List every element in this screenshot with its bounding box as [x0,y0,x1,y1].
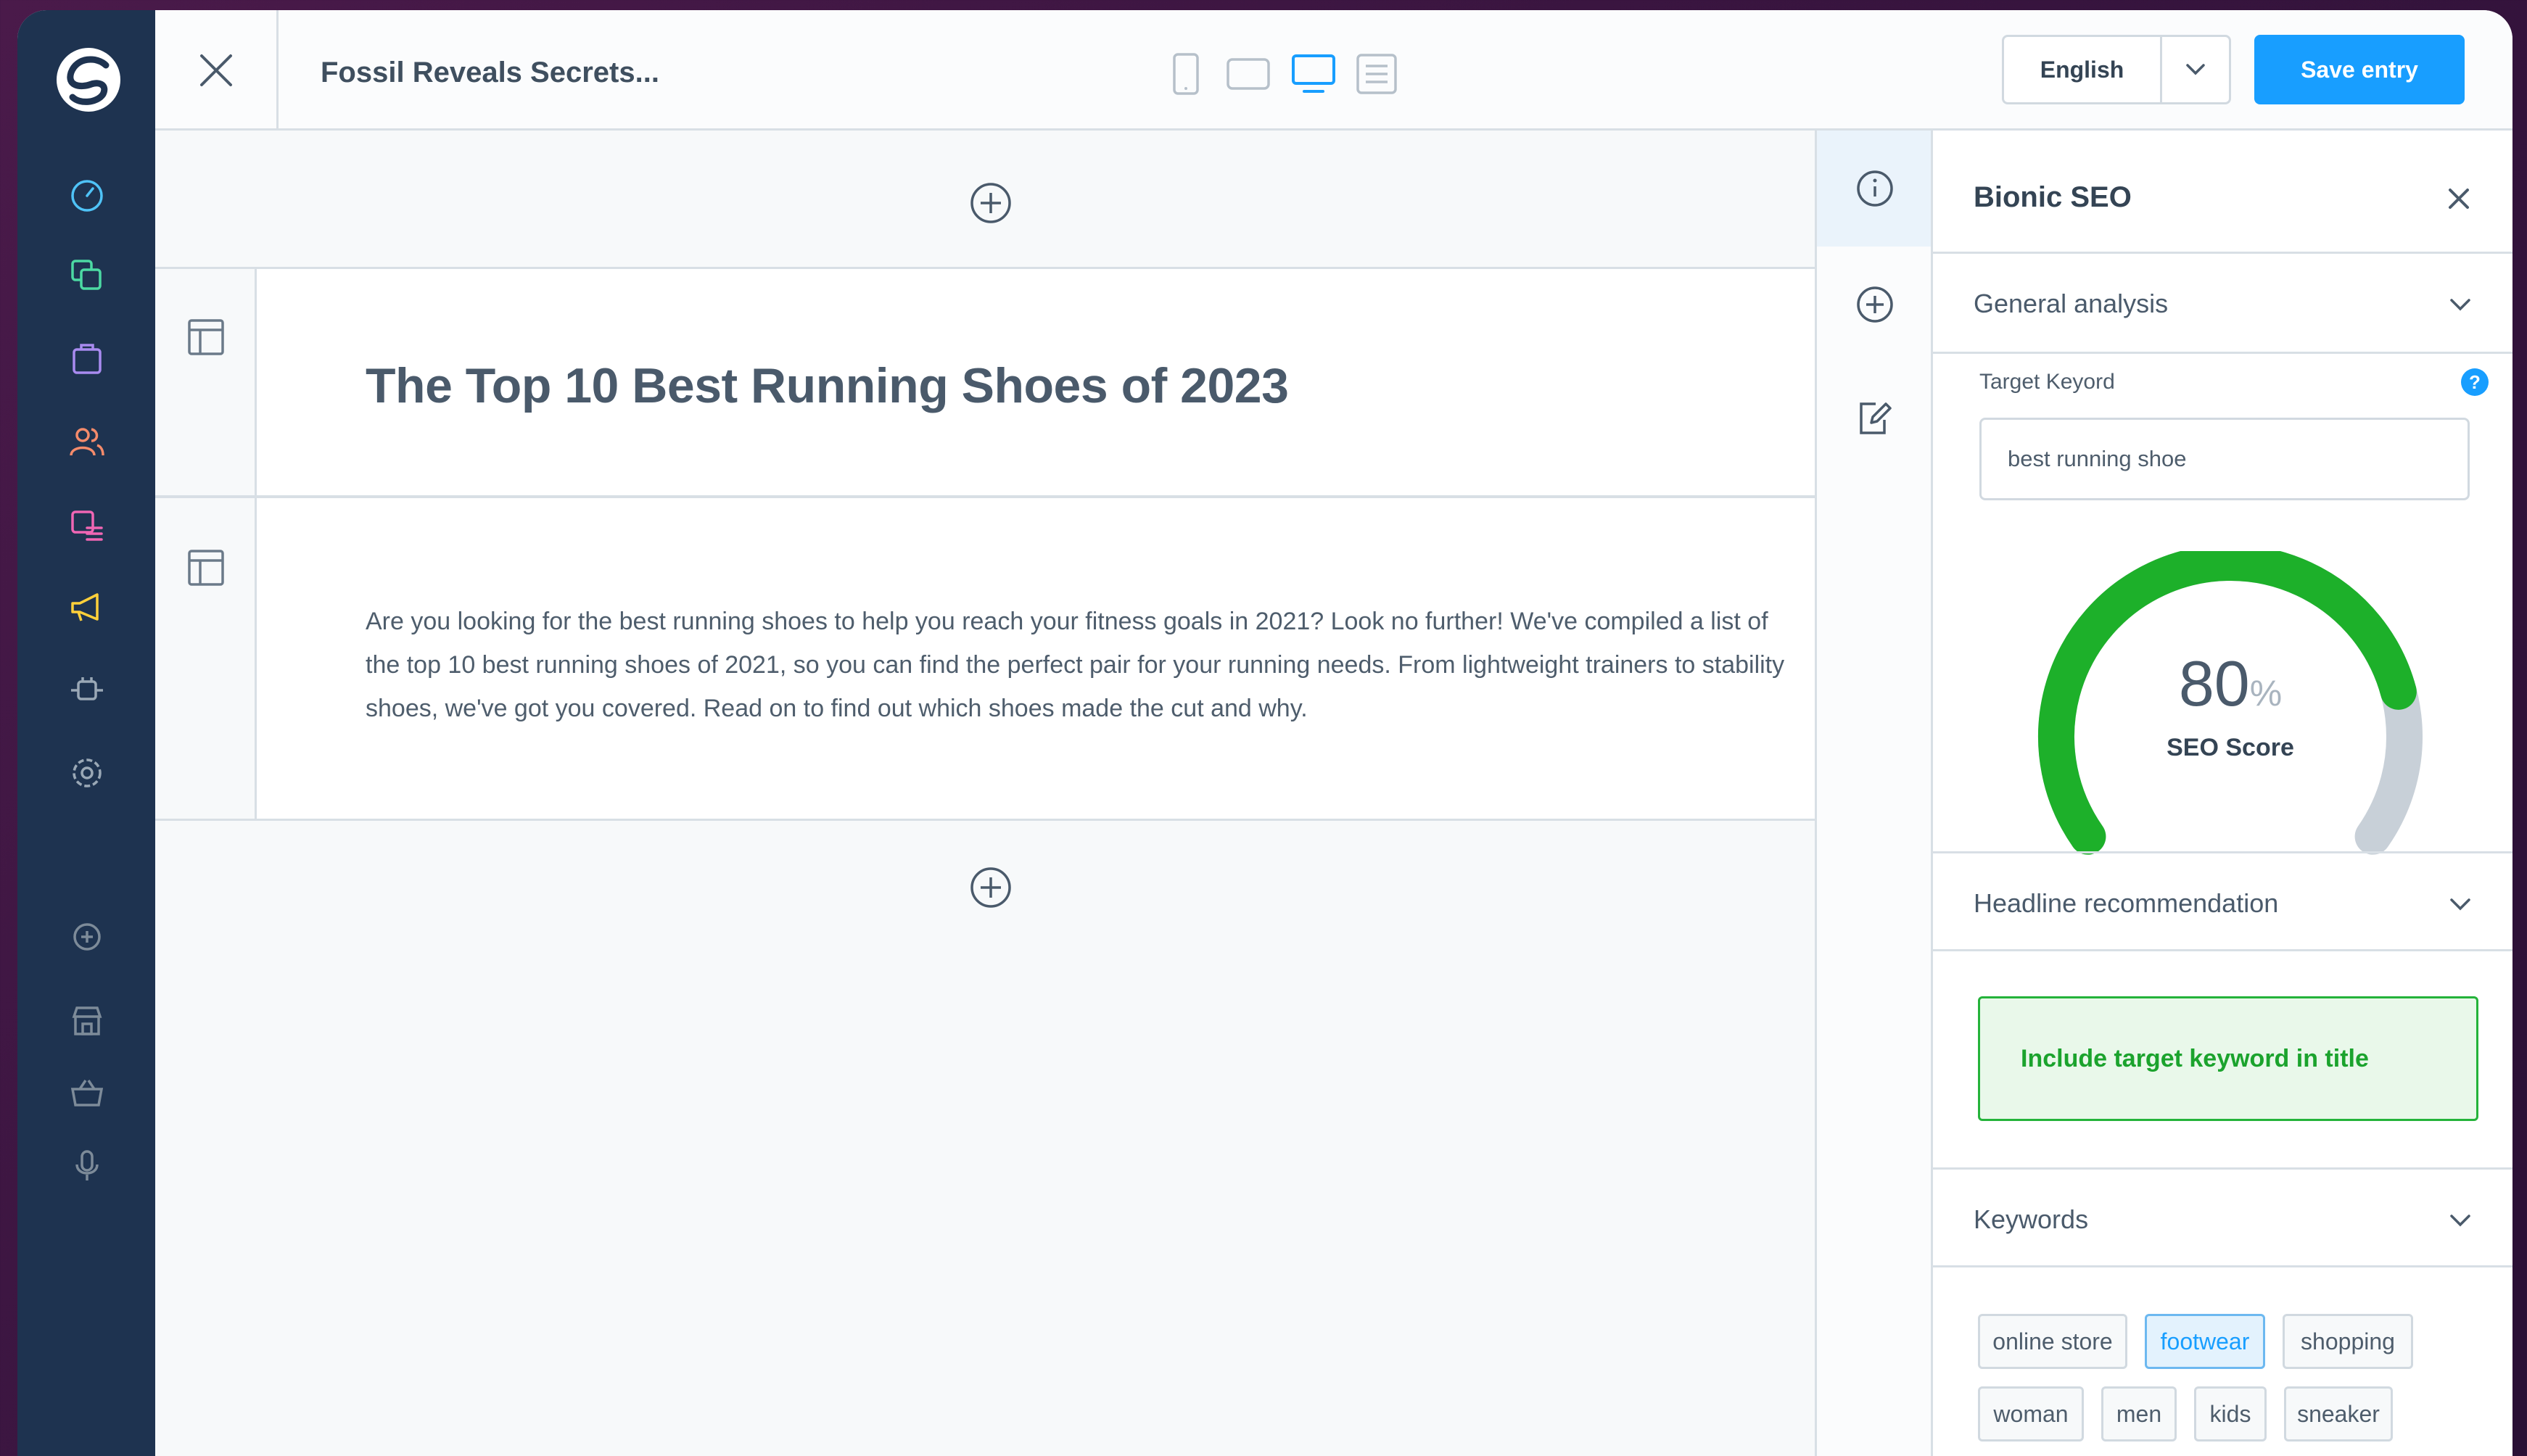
keyword-tag[interactable]: men [2101,1386,2177,1441]
close-editor-button[interactable] [155,10,279,131]
article-paragraph[interactable]: Are you looking for the best running sho… [366,600,1787,730]
language-dropdown-button[interactable] [2162,37,2229,102]
keyword-tag[interactable]: online store [1978,1314,2127,1369]
chevron-down-icon [2186,64,2205,75]
add-icon[interactable] [67,917,107,957]
seo-score-value: 80% [1933,647,2512,721]
keyword-tag[interactable]: sneaker [2284,1386,2393,1441]
tablet-view-button[interactable] [1224,52,1272,96]
editor-canvas: The Top 10 Best Running Shoes of 2023 Ar… [155,131,1815,1456]
list-view-icon [1356,54,1397,94]
app-window: Fossil Reveals Secrets... English Save e… [17,10,2512,1456]
tab-edit[interactable] [1817,360,1933,476]
keywords-label: Keywords [1974,1204,2089,1234]
desktop-icon [1292,54,1335,93]
target-keyword-input[interactable]: best running shoe [1979,418,2470,500]
keyword-tag[interactable]: woman [1978,1386,2084,1441]
seo-score-number: 80 [2178,648,2250,719]
add-block-bottom-icon[interactable] [969,866,1013,909]
chevron-down-icon [2450,1215,2470,1227]
seo-score-label: SEO Score [2167,734,2294,761]
info-icon [1857,170,1893,207]
general-analysis-section[interactable]: General analysis [1933,254,2512,354]
language-label[interactable]: English [2004,37,2162,102]
save-entry-button[interactable]: Save entry [2254,35,2465,104]
target-keyword-label: Target Keyord [1979,370,2115,394]
desktop-view-button[interactable] [1290,52,1337,96]
close-panel-icon[interactable] [2444,184,2473,213]
bionic-seo-panel: Bionic SEO General analysis Target Keyor… [1931,131,2512,1456]
top-bar: Fossil Reveals Secrets... English Save e… [155,10,2512,131]
phone-icon [1173,53,1199,95]
settings-icon[interactable] [67,753,107,793]
recommendation-card: Include target keyword in title [1978,996,2478,1121]
block-handle[interactable] [155,269,257,495]
orders-icon[interactable] [67,338,107,379]
main-sidebar [17,10,155,1456]
language-switch[interactable]: English [2002,35,2231,104]
heading-block[interactable]: The Top 10 Best Running Shoes of 2023 [155,267,1815,497]
add-icon [1857,286,1893,323]
chevron-down-icon [2450,299,2470,311]
layout-icon [188,319,224,355]
keywords-section[interactable]: Keywords [1933,1167,2512,1267]
general-analysis-label: General analysis [1974,289,2169,318]
keyword-tag[interactable]: footwear [2145,1314,2265,1369]
add-block-top-icon[interactable] [969,181,1013,225]
marketing-icon[interactable] [67,587,107,628]
basket-icon[interactable] [67,1073,107,1114]
panel-header: Bionic SEO [1933,131,2512,254]
panel-title: Bionic SEO [1974,181,2132,213]
block-handle[interactable] [155,498,257,819]
phone-view-button[interactable] [1169,52,1203,96]
edit-document-icon [1860,402,1892,434]
document-title: Fossil Reveals Secrets... [321,57,659,88]
close-icon [199,54,232,86]
microphone-icon[interactable] [67,1146,107,1186]
headline-recommendation-label: Headline recommendation [1974,888,2279,918]
tab-add[interactable] [1817,247,1933,363]
tab-info[interactable] [1817,131,1933,247]
help-icon[interactable]: ? [2461,368,2489,396]
chevron-down-icon [2450,898,2470,911]
sidebar-tabs [1815,131,1933,1456]
list-view-button[interactable] [1355,52,1398,96]
article-heading[interactable]: The Top 10 Best Running Shoes of 2023 [366,357,1289,414]
keyword-tag[interactable]: shopping [2283,1314,2413,1369]
tablet-icon [1227,58,1270,90]
percent-sign: % [2249,673,2283,713]
content-icon[interactable] [67,505,107,545]
headline-recommendation-section[interactable]: Headline recommendation [1933,851,2512,951]
shopware-logo-icon[interactable] [55,46,122,113]
customers-icon[interactable] [67,422,107,463]
store-icon[interactable] [67,1001,107,1041]
keyword-tag[interactable]: kids [2194,1386,2267,1441]
text-block[interactable]: Are you looking for the best running sho… [155,496,1815,821]
dashboard-icon[interactable] [67,174,107,215]
catalogues-icon[interactable] [67,255,107,296]
extensions-icon[interactable] [67,670,107,711]
layout-icon [188,550,224,586]
